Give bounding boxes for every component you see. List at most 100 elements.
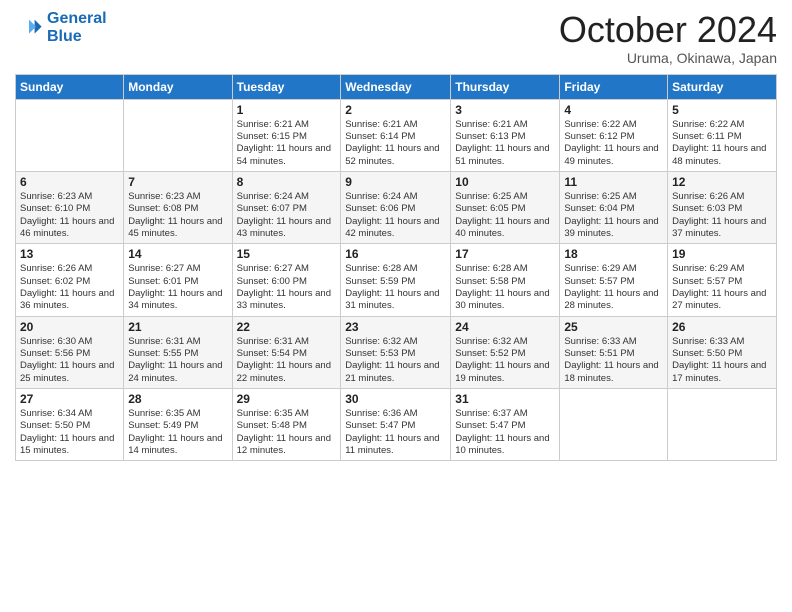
day-number: 14 xyxy=(128,247,227,261)
day-info: Sunrise: 6:21 AMSunset: 6:14 PMDaylight:… xyxy=(345,119,446,168)
day-number: 29 xyxy=(237,392,337,406)
day-info: Sunrise: 6:22 AMSunset: 6:12 PMDaylight:… xyxy=(564,119,663,168)
day-number: 10 xyxy=(455,175,555,189)
day-number: 23 xyxy=(345,320,446,334)
day-number: 12 xyxy=(672,175,772,189)
day-number: 17 xyxy=(455,247,555,261)
month-title: October 2024 xyxy=(559,10,777,50)
logo-text: General Blue xyxy=(47,10,107,46)
calendar-cell: 2 Sunrise: 6:21 AMSunset: 6:14 PMDaylight… xyxy=(341,99,451,171)
day-info: Sunrise: 6:32 AMSunset: 5:52 PMDaylight:… xyxy=(455,336,555,385)
calendar-cell: 18 Sunrise: 6:29 AMSunset: 5:57 PMDayligh… xyxy=(560,244,668,316)
day-number: 5 xyxy=(672,103,772,117)
day-info: Sunrise: 6:29 AMSunset: 5:57 PMDaylight:… xyxy=(564,263,663,312)
col-sunday: Sunday xyxy=(16,74,124,99)
day-number: 7 xyxy=(128,175,227,189)
day-info: Sunrise: 6:22 AMSunset: 6:11 PMDaylight:… xyxy=(672,119,772,168)
day-number: 26 xyxy=(672,320,772,334)
logo: General Blue xyxy=(15,10,107,46)
calendar-cell: 28Sunrise: 6:35 AMSunset: 5:49 PMDayligh… xyxy=(124,389,232,461)
calendar-cell: 30 Sunrise: 6:36 AMSunset: 5:47 PMDayligh… xyxy=(341,389,451,461)
day-number: 3 xyxy=(455,103,555,117)
day-info: Sunrise: 6:27 AMSunset: 6:01 PMDaylight:… xyxy=(128,263,227,312)
calendar-week-row: 27 Sunrise: 6:34 AMSunset: 5:50 PMDayligh… xyxy=(16,389,777,461)
calendar-cell: 1 Sunrise: 6:21 AMSunset: 6:15 PMDaylight… xyxy=(232,99,341,171)
calendar-cell: 5 Sunrise: 6:22 AMSunset: 6:11 PMDaylight… xyxy=(668,99,777,171)
calendar-cell: 19Sunrise: 6:29 AMSunset: 5:57 PMDayligh… xyxy=(668,244,777,316)
calendar-week-row: 1 Sunrise: 6:21 AMSunset: 6:15 PMDaylight… xyxy=(16,99,777,171)
day-number: 19 xyxy=(672,247,772,261)
calendar-cell: 24 Sunrise: 6:32 AMSunset: 5:52 PMDayligh… xyxy=(451,316,560,388)
calendar-cell: 21Sunrise: 6:31 AMSunset: 5:55 PMDayligh… xyxy=(124,316,232,388)
calendar-header-row: Sunday Monday Tuesday Wednesday Thursday… xyxy=(16,74,777,99)
calendar-cell: 13 Sunrise: 6:26 AMSunset: 6:02 PMDayligh… xyxy=(16,244,124,316)
calendar-cell xyxy=(16,99,124,171)
day-number: 27 xyxy=(20,392,119,406)
calendar-cell: 26 Sunrise: 6:33 AMSunset: 5:50 PMDayligh… xyxy=(668,316,777,388)
col-monday: Monday xyxy=(124,74,232,99)
calendar-cell: 25Sunrise: 6:33 AMSunset: 5:51 PMDayligh… xyxy=(560,316,668,388)
day-info: Sunrise: 6:31 AMSunset: 5:54 PMDaylight:… xyxy=(237,336,337,385)
calendar-cell: 7 Sunrise: 6:23 AMSunset: 6:08 PMDaylight… xyxy=(124,171,232,243)
day-info: Sunrise: 6:35 AMSunset: 5:49 PMDaylight:… xyxy=(128,408,227,457)
day-info: Sunrise: 6:27 AMSunset: 6:00 PMDaylight:… xyxy=(237,263,337,312)
day-info: Sunrise: 6:32 AMSunset: 5:53 PMDaylight:… xyxy=(345,336,446,385)
calendar-week-row: 6Sunrise: 6:23 AMSunset: 6:10 PMDaylight… xyxy=(16,171,777,243)
calendar-cell: 11 Sunrise: 6:25 AMSunset: 6:04 PMDayligh… xyxy=(560,171,668,243)
day-info: Sunrise: 6:33 AMSunset: 5:50 PMDaylight:… xyxy=(672,336,772,385)
day-info: Sunrise: 6:34 AMSunset: 5:50 PMDaylight:… xyxy=(20,408,119,457)
calendar-cell: 20 Sunrise: 6:30 AMSunset: 5:56 PMDayligh… xyxy=(16,316,124,388)
day-info: Sunrise: 6:28 AMSunset: 5:59 PMDaylight:… xyxy=(345,263,446,312)
day-number: 21 xyxy=(128,320,227,334)
day-info: Sunrise: 6:23 AMSunset: 6:10 PMDaylight:… xyxy=(20,191,119,240)
day-number: 16 xyxy=(345,247,446,261)
col-thursday: Thursday xyxy=(451,74,560,99)
col-saturday: Saturday xyxy=(668,74,777,99)
day-number: 1 xyxy=(237,103,337,117)
calendar-cell xyxy=(668,389,777,461)
calendar-cell: 10 Sunrise: 6:25 AMSunset: 6:05 PMDayligh… xyxy=(451,171,560,243)
day-info: Sunrise: 6:30 AMSunset: 5:56 PMDaylight:… xyxy=(20,336,119,385)
calendar-cell xyxy=(124,99,232,171)
calendar-cell: 23 Sunrise: 6:32 AMSunset: 5:53 PMDayligh… xyxy=(341,316,451,388)
calendar-cell: 29Sunrise: 6:35 AMSunset: 5:48 PMDayligh… xyxy=(232,389,341,461)
calendar-cell xyxy=(560,389,668,461)
day-info: Sunrise: 6:21 AMSunset: 6:15 PMDaylight:… xyxy=(237,119,337,168)
day-number: 31 xyxy=(455,392,555,406)
calendar-cell: 31Sunrise: 6:37 AMSunset: 5:47 PMDayligh… xyxy=(451,389,560,461)
day-number: 2 xyxy=(345,103,446,117)
logo-icon xyxy=(15,14,43,42)
day-info: Sunrise: 6:26 AMSunset: 6:02 PMDaylight:… xyxy=(20,263,119,312)
calendar-cell: 3 Sunrise: 6:21 AMSunset: 6:13 PMDaylight… xyxy=(451,99,560,171)
day-number: 11 xyxy=(564,175,663,189)
calendar-cell: 9Sunrise: 6:24 AMSunset: 6:06 PMDaylight… xyxy=(341,171,451,243)
day-number: 20 xyxy=(20,320,119,334)
day-number: 24 xyxy=(455,320,555,334)
calendar-cell: 27 Sunrise: 6:34 AMSunset: 5:50 PMDayligh… xyxy=(16,389,124,461)
day-number: 22 xyxy=(237,320,337,334)
day-number: 4 xyxy=(564,103,663,117)
day-info: Sunrise: 6:26 AMSunset: 6:03 PMDaylight:… xyxy=(672,191,772,240)
day-info: Sunrise: 6:25 AMSunset: 6:04 PMDaylight:… xyxy=(564,191,663,240)
page: General Blue October 2024 Uruma, Okinawa… xyxy=(0,0,792,612)
day-info: Sunrise: 6:36 AMSunset: 5:47 PMDaylight:… xyxy=(345,408,446,457)
calendar-table: Sunday Monday Tuesday Wednesday Thursday… xyxy=(15,74,777,462)
day-number: 13 xyxy=(20,247,119,261)
calendar-week-row: 20 Sunrise: 6:30 AMSunset: 5:56 PMDayligh… xyxy=(16,316,777,388)
col-friday: Friday xyxy=(560,74,668,99)
calendar-cell: 15 Sunrise: 6:27 AMSunset: 6:00 PMDayligh… xyxy=(232,244,341,316)
day-info: Sunrise: 6:23 AMSunset: 6:08 PMDaylight:… xyxy=(128,191,227,240)
calendar-cell: 12 Sunrise: 6:26 AMSunset: 6:03 PMDayligh… xyxy=(668,171,777,243)
calendar-cell: 8Sunrise: 6:24 AMSunset: 6:07 PMDaylight… xyxy=(232,171,341,243)
day-number: 15 xyxy=(237,247,337,261)
calendar-cell: 16 Sunrise: 6:28 AMSunset: 5:59 PMDayligh… xyxy=(341,244,451,316)
calendar-week-row: 13 Sunrise: 6:26 AMSunset: 6:02 PMDayligh… xyxy=(16,244,777,316)
day-number: 8 xyxy=(237,175,337,189)
day-info: Sunrise: 6:25 AMSunset: 6:05 PMDaylight:… xyxy=(455,191,555,240)
day-info: Sunrise: 6:28 AMSunset: 5:58 PMDaylight:… xyxy=(455,263,555,312)
day-info: Sunrise: 6:21 AMSunset: 6:13 PMDaylight:… xyxy=(455,119,555,168)
day-number: 30 xyxy=(345,392,446,406)
col-wednesday: Wednesday xyxy=(341,74,451,99)
col-tuesday: Tuesday xyxy=(232,74,341,99)
day-number: 18 xyxy=(564,247,663,261)
